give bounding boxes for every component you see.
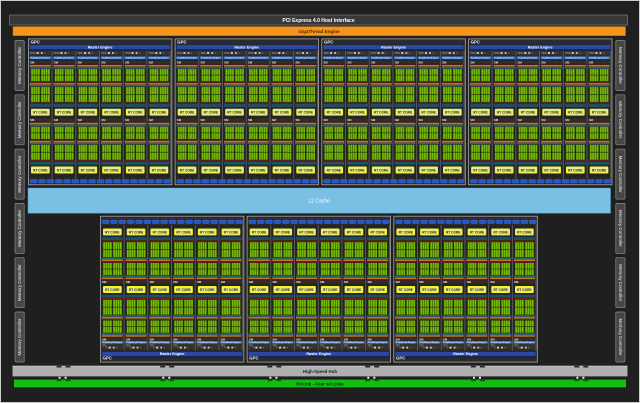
svg-text:High-Speed Hub: High-Speed Hub <box>303 369 337 374</box>
svg-text:GigaThread Engine: GigaThread Engine <box>298 29 340 34</box>
svg-text:NVLink - Four x4 Links: NVLink - Four x4 Links <box>296 382 344 387</box>
svg-text:PCI Express 4.0 Host Interface: PCI Express 4.0 Host Interface <box>282 18 354 24</box>
svg-text:L2 Cache: L2 Cache <box>308 198 330 204</box>
